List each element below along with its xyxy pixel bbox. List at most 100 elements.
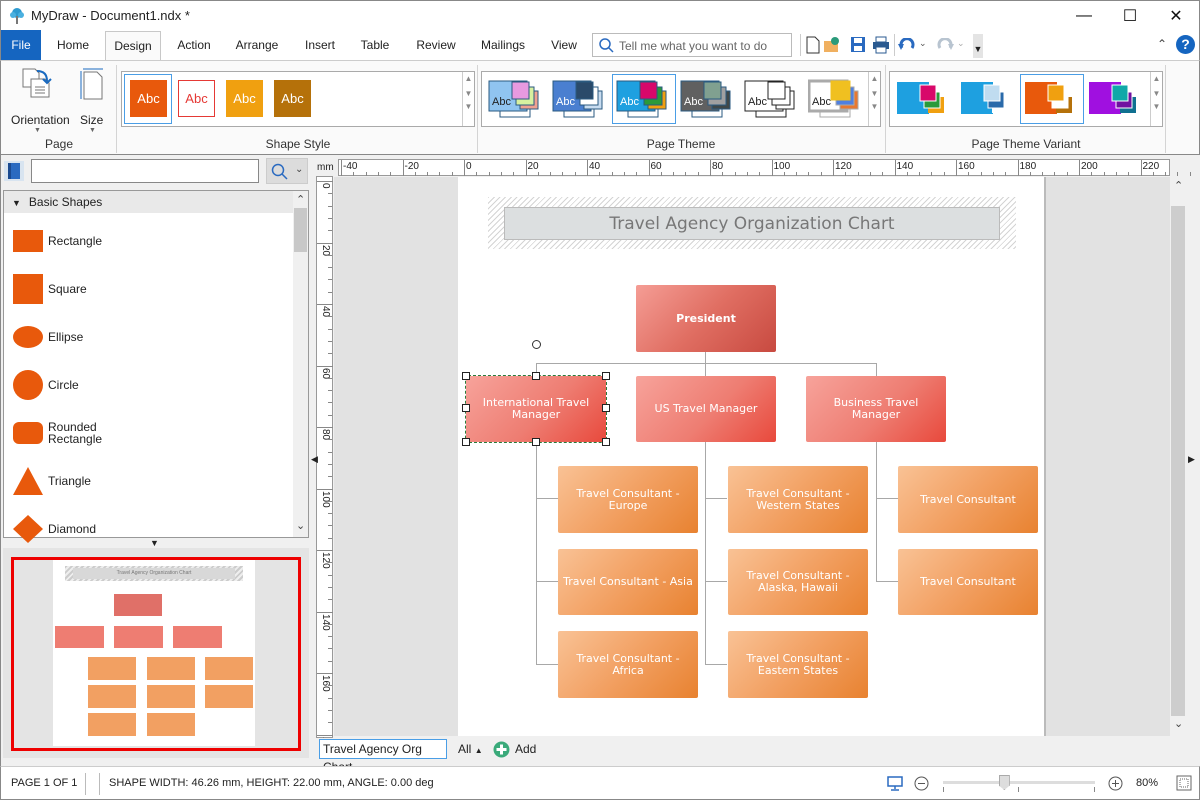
node-president[interactable]: President xyxy=(636,285,776,352)
rotate-handle[interactable] xyxy=(532,340,541,349)
minimize-button[interactable]: — xyxy=(1061,1,1107,31)
shape-search-input[interactable] xyxy=(31,159,259,183)
shape-style-swatch[interactable]: Abc xyxy=(226,80,263,117)
all-pages-button[interactable]: All ▲ xyxy=(458,742,483,756)
shape-style-swatch[interactable]: Abc xyxy=(178,80,215,117)
canvas-vertical-scrollbar[interactable]: ⌃ ⌄ xyxy=(1170,177,1186,736)
shape-item-circle[interactable]: Circle xyxy=(12,367,282,407)
tab-insert[interactable]: Insert xyxy=(297,31,343,60)
page-theme-option[interactable]: Abc xyxy=(807,77,866,124)
collapse-ribbon-icon[interactable]: ⌃ xyxy=(1157,37,1167,51)
page-tab-current[interactable]: Travel Agency Org Chart xyxy=(319,739,447,774)
caret-up-icon: ▲ xyxy=(474,746,483,755)
tab-review[interactable]: Review xyxy=(409,31,463,60)
splitter-arrow-icon[interactable]: ▼ xyxy=(150,538,159,548)
scroll-down-icon[interactable]: ⌄ xyxy=(1174,717,1183,730)
new-document-icon[interactable] xyxy=(806,36,820,54)
zoom-out-icon[interactable] xyxy=(914,776,929,791)
page-theme-variant-option[interactable] xyxy=(960,77,1018,124)
page-theme-variant-option[interactable] xyxy=(1024,77,1082,124)
tab-arrange[interactable]: Arrange xyxy=(229,31,285,60)
resize-handle[interactable] xyxy=(462,404,470,412)
page-theme-variant-option[interactable] xyxy=(896,77,954,124)
gallery-scroll[interactable]: ▲ ▼ ▼ xyxy=(1150,72,1162,126)
page-theme-option[interactable]: Abc xyxy=(552,77,610,124)
zoom-slider-thumb[interactable] xyxy=(998,775,1010,790)
close-button[interactable]: ✕ xyxy=(1153,1,1199,31)
page-theme-option[interactable]: Abc xyxy=(680,77,738,124)
node-consultant[interactable]: Travel Consultant - Africa xyxy=(558,631,698,698)
page-theme-option[interactable]: Abc xyxy=(488,77,546,124)
node-consultant[interactable]: Travel Consultant - Asia xyxy=(558,549,698,615)
shape-item-triangle[interactable]: Triangle xyxy=(12,463,282,503)
tab-file[interactable]: File xyxy=(1,30,41,60)
node-manager[interactable]: US Travel Manager xyxy=(636,376,776,442)
print-icon[interactable] xyxy=(872,36,890,54)
scroll-up-icon[interactable]: ⌃ xyxy=(1174,179,1183,192)
orientation-button[interactable]: Orientation ▼ xyxy=(9,65,70,135)
tab-view[interactable]: View xyxy=(543,31,585,60)
maximize-button[interactable]: ☐ xyxy=(1107,1,1153,31)
expand-right-panel-icon[interactable]: ▶ xyxy=(1188,454,1195,465)
page-thumbnail[interactable]: Travel Agency Organization Chart xyxy=(3,548,309,758)
scroll-thumb[interactable] xyxy=(294,208,307,252)
scroll-thumb[interactable] xyxy=(1171,206,1185,716)
shape-item-rounded[interactable]: Rounded Rectangle xyxy=(12,415,282,455)
node-manager[interactable]: Business Travel Manager xyxy=(806,376,946,442)
tab-design[interactable]: Design xyxy=(105,31,161,60)
node-consultant[interactable]: Travel Consultant - Alaska, Hawaii xyxy=(728,549,868,615)
resize-handle[interactable] xyxy=(532,372,540,380)
shape-item-square[interactable]: Square xyxy=(12,271,282,311)
tab-table[interactable]: Table xyxy=(353,31,397,60)
category-basic-shapes[interactable]: ▼ Basic Shapes xyxy=(4,191,294,213)
shape-item-rectangle[interactable]: Rectangle xyxy=(12,223,282,263)
shape-search-button[interactable]: ⌄ xyxy=(266,158,308,184)
viewport-indicator[interactable] xyxy=(11,557,301,751)
zoom-in-icon[interactable] xyxy=(1108,776,1123,791)
tab-mailings[interactable]: Mailings xyxy=(475,31,531,60)
scroll-down-icon[interactable]: ⌄ xyxy=(296,519,305,532)
tell-me-search[interactable]: Tell me what you want to do xyxy=(592,33,792,57)
resize-handle[interactable] xyxy=(602,372,610,380)
open-folder-icon[interactable] xyxy=(823,36,841,54)
undo-icon[interactable] xyxy=(898,38,916,52)
scroll-up-icon[interactable]: ⌃ xyxy=(296,193,305,206)
node-consultant[interactable]: Travel Consultant - Europe xyxy=(558,466,698,533)
redo-icon[interactable] xyxy=(936,38,954,52)
gallery-scroll[interactable]: ▲ ▼ ▼ xyxy=(868,72,880,126)
shape-item-diamond[interactable]: Diamond xyxy=(12,511,282,551)
resize-handle[interactable] xyxy=(602,438,610,446)
resize-handle[interactable] xyxy=(462,438,470,446)
page-theme-option[interactable]: Abc xyxy=(744,77,802,124)
zoom-slider[interactable] xyxy=(943,775,1095,793)
tab-action[interactable]: Action xyxy=(169,31,219,60)
help-icon[interactable]: ? xyxy=(1176,35,1195,54)
gallery-scroll[interactable]: ▲ ▼ ▼ xyxy=(462,72,474,126)
node-consultant[interactable]: Travel Consultant xyxy=(898,549,1038,615)
page-theme-option[interactable]: Abc xyxy=(616,77,674,124)
page-theme-variant-option[interactable] xyxy=(1088,77,1146,124)
circle-shape-icon xyxy=(13,370,43,400)
fit-to-window-icon[interactable] xyxy=(1176,775,1192,791)
tab-home[interactable]: Home xyxy=(49,31,97,60)
resize-handle[interactable] xyxy=(602,404,610,412)
node-consultant[interactable]: Travel Consultant xyxy=(898,466,1038,533)
shape-item-ellipse[interactable]: Ellipse xyxy=(12,319,282,359)
undo-dropdown-icon[interactable]: ⌄ xyxy=(919,38,927,49)
size-button[interactable]: Size ▼ xyxy=(77,65,109,135)
resize-handle[interactable] xyxy=(462,372,470,380)
shape-list-scrollbar[interactable]: ⌃ ⌄ xyxy=(293,191,308,537)
customize-quick-access-icon[interactable]: ▼ xyxy=(973,34,983,58)
node-manager[interactable]: International Travel Manager xyxy=(465,375,607,443)
resize-handle[interactable] xyxy=(532,438,540,446)
presentation-mode-icon[interactable] xyxy=(887,776,903,791)
shape-style-swatch[interactable]: Abc xyxy=(130,80,167,117)
shape-style-swatch[interactable]: Abc xyxy=(274,80,311,117)
chart-title[interactable]: Travel Agency Organization Chart xyxy=(504,207,1000,240)
node-consultant[interactable]: Travel Consultant - Eastern States xyxy=(728,631,868,698)
node-consultant[interactable]: Travel Consultant - Western States xyxy=(728,466,868,533)
stencil-library-icon[interactable] xyxy=(4,161,24,181)
save-icon[interactable] xyxy=(850,36,866,54)
collapse-left-panel-icon[interactable]: ◀ xyxy=(311,454,318,465)
drawing-page[interactable]: Travel Agency Organization Chart Preside… xyxy=(458,177,1046,736)
